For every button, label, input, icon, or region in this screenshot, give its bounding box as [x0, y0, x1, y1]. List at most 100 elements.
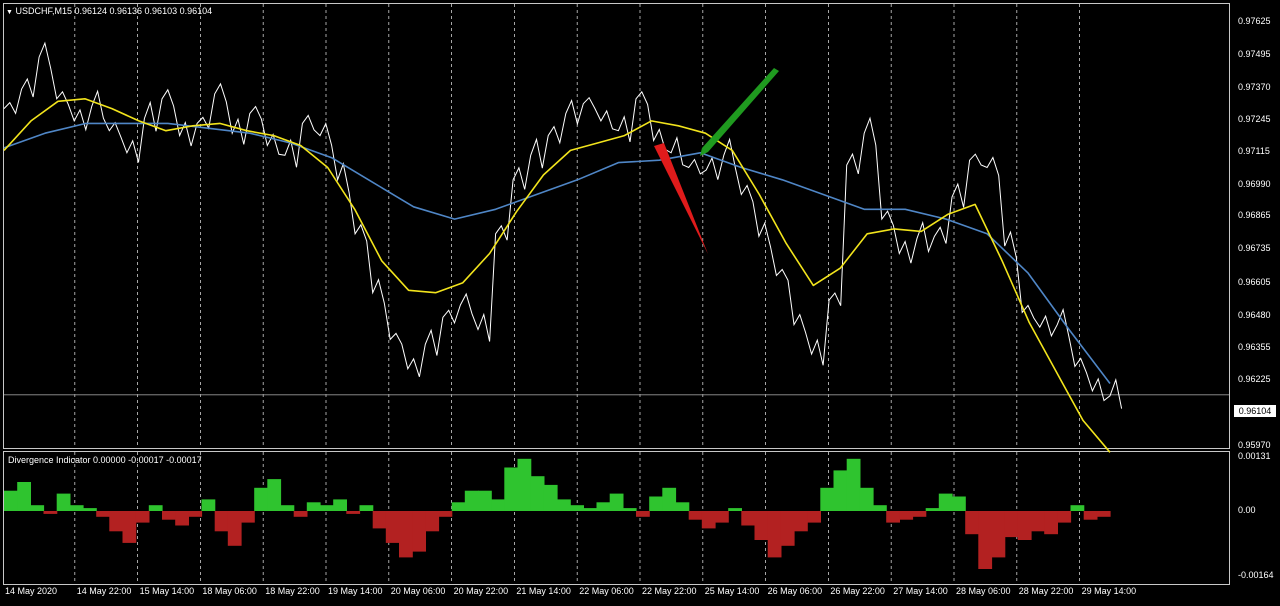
hist-bar-positive: [952, 496, 966, 511]
hist-bar-positive: [333, 499, 347, 511]
green-arrow: [700, 68, 779, 156]
hist-bar-negative: [412, 511, 426, 552]
hist-bar-negative: [1057, 511, 1072, 523]
indicator-label: Divergence Indicator 0.00000 -0.00017 -0…: [8, 455, 202, 465]
symbol-header: ▼ USDCHF,M15 0.96124 0.96136 0.96103 0.9…: [6, 6, 212, 18]
hist-bar-negative: [899, 511, 914, 520]
hist-bar-positive: [859, 487, 874, 511]
hist-bar-negative: [162, 511, 176, 520]
triangle-down-icon[interactable]: ▼: [6, 9, 13, 16]
hist-bar-negative: [1004, 511, 1019, 538]
hist-bar-negative: [241, 511, 255, 523]
hist-bar-positive: [543, 484, 558, 511]
hist-bar-positive: [83, 508, 97, 511]
hist-bar-positive: [517, 458, 532, 511]
hist-bar-negative: [1083, 511, 1098, 520]
indicator-tick-label: -0.00164: [1238, 570, 1274, 580]
indicator-tick-label: 0.00131: [1238, 451, 1271, 461]
hist-bar-positive: [478, 490, 492, 511]
hist-bar-positive: [596, 502, 611, 511]
hist-bar-negative: [688, 511, 703, 520]
time-tick-label: 20 May 06:00: [390, 586, 446, 596]
hist-bar-negative: [741, 511, 756, 526]
hist-bar-positive: [609, 493, 624, 511]
hist-bar-negative: [794, 511, 808, 532]
hist-bar-negative: [636, 511, 650, 517]
hist-bar-positive: [464, 490, 479, 511]
time-tick-label: 26 May 06:00: [767, 586, 823, 596]
time-tick-label: 19 May 14:00: [328, 586, 383, 596]
time-tick-label: 18 May 22:00: [265, 586, 320, 596]
hist-bar-negative: [912, 511, 927, 517]
time-tick-label: 14 May 2020: [5, 586, 58, 596]
hist-bar-negative: [780, 511, 795, 546]
hist-bar-positive: [938, 493, 953, 511]
hist-bar-positive: [675, 502, 690, 511]
hist-bar-negative: [754, 511, 769, 540]
hist-bar-negative: [175, 511, 189, 526]
time-tick-label: 22 May 22:00: [642, 586, 697, 596]
hist-bar-negative: [425, 511, 440, 532]
hist-bar-positive: [491, 499, 505, 511]
hist-bar-negative: [188, 511, 203, 517]
hist-bar-positive: [306, 502, 321, 511]
hist-bar-positive: [201, 499, 216, 511]
hist-bar-positive: [820, 487, 835, 511]
hist-bar-negative: [227, 511, 242, 546]
hist-bar-positive: [4, 490, 18, 511]
hist-bar-positive: [557, 499, 571, 511]
hist-bar-negative: [43, 511, 58, 514]
hist-bar-positive: [504, 467, 519, 511]
time-tick-label: 28 May 06:00: [956, 586, 1011, 596]
hist-bar-positive: [728, 508, 742, 511]
time-tick-label: 27 May 14:00: [893, 586, 948, 596]
hist-bar-negative: [214, 511, 229, 532]
hist-bar-negative: [701, 511, 716, 529]
hist-bar-positive: [1070, 505, 1085, 511]
time-tick-label: 14 May 22:00: [76, 586, 132, 596]
hist-bar-positive: [530, 476, 545, 511]
hist-bar-negative: [1044, 511, 1058, 535]
hist-bar-negative: [1017, 511, 1032, 540]
symbol-label: USDCHF,M15: [15, 6, 72, 16]
indicator-tick-label: 0.00: [1238, 505, 1256, 515]
hist-bar-negative: [135, 511, 150, 523]
hist-bar-positive: [359, 505, 374, 511]
hist-bar-negative: [886, 511, 900, 523]
hist-bar-negative: [372, 511, 387, 529]
hist-bar-positive: [320, 505, 334, 511]
hist-bar-negative: [807, 511, 821, 523]
hist-bar-positive: [69, 505, 84, 511]
time-tick-label: 18 May 06:00: [202, 586, 257, 596]
time-tick-label: 26 May 22:00: [830, 586, 885, 596]
hist-bar-positive: [267, 479, 282, 511]
hist-bar-positive: [17, 482, 31, 511]
hist-bar-negative: [715, 511, 729, 523]
hist-bar-positive: [873, 505, 887, 511]
hist-bar-negative: [109, 511, 124, 532]
current-price-badge: 0.96104: [1234, 405, 1276, 417]
hist-bar-positive: [925, 508, 940, 511]
hist-bar-negative: [1096, 511, 1111, 517]
hist-bar-positive: [56, 493, 71, 511]
time-tick-label: 29 May 14:00: [1081, 586, 1137, 596]
hist-bar-negative: [293, 511, 308, 517]
hist-bar-negative: [767, 511, 782, 558]
time-tick-label: 20 May 22:00: [453, 586, 509, 596]
hist-bar-negative: [991, 511, 1006, 558]
time-tick-label: 25 May 14:00: [704, 586, 760, 596]
time-tick-label: 21 May 14:00: [516, 586, 571, 596]
time-tick-label: 28 May 22:00: [1018, 586, 1074, 596]
hist-bar-positive: [622, 508, 637, 511]
hist-bar-negative: [122, 511, 137, 543]
hist-bar-positive: [451, 502, 466, 511]
hist-bar-negative: [978, 511, 993, 569]
time-tick-label: 22 May 06:00: [579, 586, 634, 596]
hist-bar-positive: [570, 505, 584, 511]
indicator-axis[interactable]: 0.00131 0.00 -0.00164: [1230, 0, 1280, 606]
current-price-value: 0.96104: [1238, 406, 1272, 416]
ohlc-values: 0.96124 0.96136 0.96103 0.96104: [74, 6, 213, 16]
hist-bar-positive: [846, 458, 861, 511]
time-axis[interactable]: 14 May 2020 14 May 22:00 15 May 14:00 18 Ma…: [0, 586, 1230, 606]
chart-canvas: [3, 4, 1229, 584]
